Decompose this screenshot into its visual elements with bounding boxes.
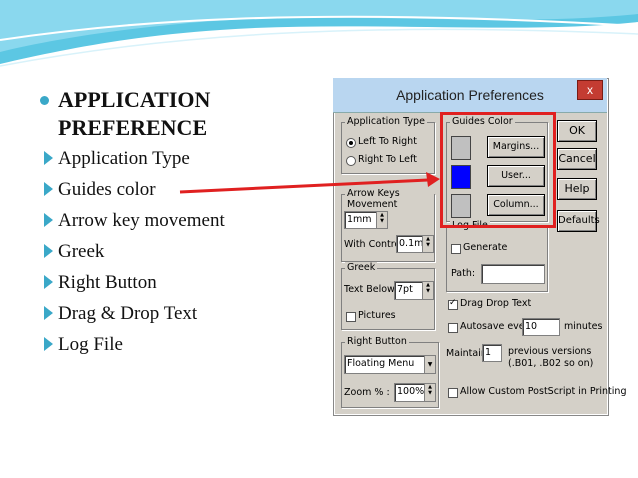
pointer-arrow-icon (179, 172, 440, 194)
